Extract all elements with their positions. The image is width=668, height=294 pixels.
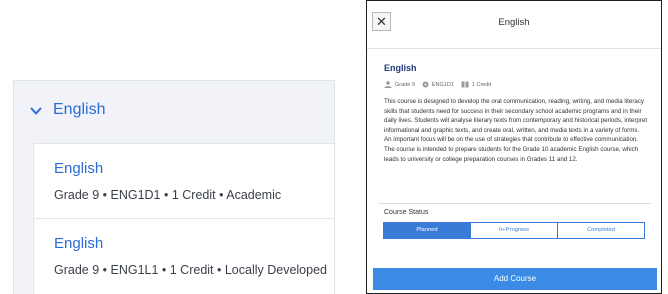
course-description: This course is designed to develop the o…	[384, 98, 648, 163]
course-card[interactable]: English Grade 9 • ENG1D1 • 1 Credit • Ac…	[33, 143, 334, 219]
status-option-in-progress[interactable]: In-Progress	[470, 223, 557, 238]
divider	[379, 203, 651, 204]
course-meta: Grade 9 • ENG1L1 • 1 Credit • Locally De…	[54, 263, 327, 277]
modal-header: ✕ English	[367, 1, 661, 49]
course-status-selector: Planned In-Progress Completed	[383, 222, 645, 239]
course-name[interactable]: English	[54, 235, 103, 252]
chevron-down-icon[interactable]	[30, 105, 42, 117]
course-title: English	[384, 63, 417, 73]
status-option-planned[interactable]: Planned	[384, 223, 470, 238]
grade-text: Grade 9	[395, 81, 415, 88]
person-icon	[384, 81, 392, 88]
course-card[interactable]: English Grade 9 • ENG1L1 • 1 Credit • Lo…	[33, 219, 334, 294]
grade-info: Grade 9	[384, 81, 415, 88]
course-status-label: Course Status	[384, 209, 429, 216]
course-group-panel: English English Grade 9 • ENG1D1 • 1 Cre…	[13, 80, 335, 294]
add-course-button[interactable]: Add Course	[373, 268, 657, 290]
credit-text: 1 Credit	[471, 81, 492, 88]
modal-title: English	[498, 17, 530, 28]
code-info: ENG1D1	[422, 81, 454, 88]
course-meta: Grade 9 • ENG1D1 • 1 Credit • Academic	[54, 188, 282, 202]
code-text: ENG1D1	[431, 81, 454, 88]
disc-icon	[422, 81, 429, 88]
course-name[interactable]: English	[54, 160, 103, 177]
credit-info: 1 Credit	[461, 81, 491, 88]
status-option-completed[interactable]: Completed	[557, 223, 644, 238]
course-group-header[interactable]: English	[14, 81, 334, 143]
course-detail-modal: ✕ English English Grade 9 ENG1D1 1 Credi…	[366, 0, 662, 294]
course-group-title: English	[53, 101, 106, 118]
book-icon	[461, 81, 469, 88]
course-meta-row: Grade 9 ENG1D1 1 Credit	[384, 81, 498, 88]
